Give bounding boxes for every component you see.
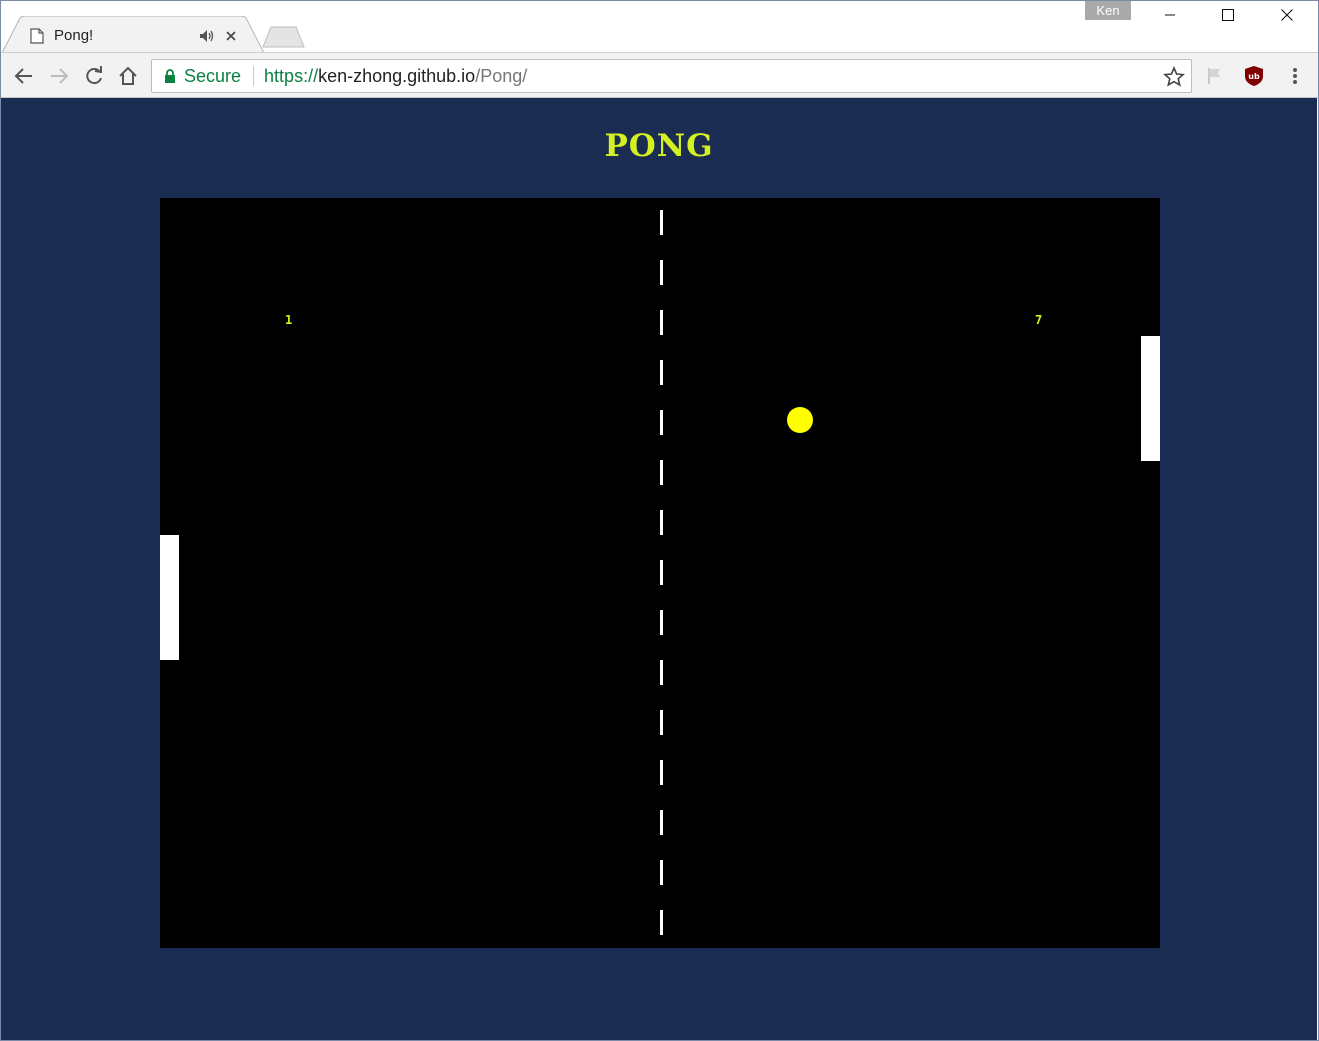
page-title: PONG [604, 128, 714, 164]
page-content: PONG 1 7 [1, 98, 1317, 1040]
net-dash [660, 460, 663, 485]
left-paddle [160, 535, 179, 660]
net-dash [660, 660, 663, 685]
browser-toolbar: Secure https://ken-zhong.github.io/Pong/… [0, 52, 1319, 98]
flag-extension-button[interactable] [1203, 64, 1227, 88]
net-dash [660, 210, 663, 235]
net-dash [660, 610, 663, 635]
net-dash [660, 260, 663, 285]
star-icon[interactable] [1163, 66, 1185, 88]
ball [787, 407, 813, 433]
profile-badge[interactable]: Ken [1085, 0, 1131, 20]
net-dash [660, 810, 663, 835]
close-icon [1281, 9, 1293, 21]
maximize-button[interactable] [1199, 0, 1257, 30]
center-net [660, 210, 663, 935]
security-label: Secure [184, 65, 242, 86]
net-dash [660, 710, 663, 735]
net-dash [660, 910, 663, 935]
lock-icon [165, 69, 175, 83]
net-dash [660, 410, 663, 435]
page-icon [30, 27, 44, 44]
net-dash [660, 860, 663, 885]
speaker-icon[interactable] [198, 28, 216, 44]
reload-icon [86, 66, 102, 85]
url-host: ken-zhong.github.io [318, 65, 476, 86]
url-text[interactable]: https://ken-zhong.github.io/Pong/ [264, 66, 527, 87]
net-dash [660, 560, 663, 585]
net-dash [660, 360, 663, 385]
right-paddle [1141, 336, 1160, 461]
net-dash [660, 510, 663, 535]
url-scheme: https:// [264, 65, 319, 86]
home-button[interactable] [114, 62, 142, 90]
url-path: /Pong/ [475, 65, 528, 86]
score-left: 1 [285, 313, 293, 327]
forward-arrow-icon [51, 68, 69, 84]
ublock-shield-icon: ub [1245, 66, 1263, 86]
home-icon [119, 66, 137, 85]
net-dash [660, 760, 663, 785]
omnibox-divider [253, 66, 255, 86]
svg-text:ub: ub [1248, 72, 1260, 81]
game-canvas[interactable]: 1 7 [160, 198, 1160, 948]
title-bar: Pong! Ken [0, 0, 1319, 54]
tab-title: Pong! [54, 27, 94, 44]
minimize-button[interactable] [1141, 0, 1199, 30]
address-bar[interactable]: Secure https://ken-zhong.github.io/Pong/ [151, 59, 1192, 93]
ublock-extension-button[interactable]: ub [1242, 64, 1266, 88]
close-window-button[interactable] [1258, 0, 1316, 30]
tab-close-button[interactable] [222, 27, 240, 45]
browser-tab[interactable]: Pong! [14, 18, 254, 53]
reload-button[interactable] [80, 62, 108, 90]
net-dash [660, 310, 663, 335]
close-icon [226, 30, 236, 41]
flag-icon [1208, 68, 1220, 84]
kebab-menu-icon [1293, 68, 1297, 84]
minimize-icon [1165, 14, 1175, 16]
maximize-icon [1222, 9, 1234, 21]
score-right: 7 [1035, 313, 1043, 327]
back-arrow-icon [14, 68, 32, 84]
back-button[interactable] [10, 62, 38, 90]
new-tab-button[interactable] [262, 26, 306, 48]
forward-button[interactable] [45, 62, 73, 90]
browser-menu-button[interactable] [1283, 64, 1307, 88]
